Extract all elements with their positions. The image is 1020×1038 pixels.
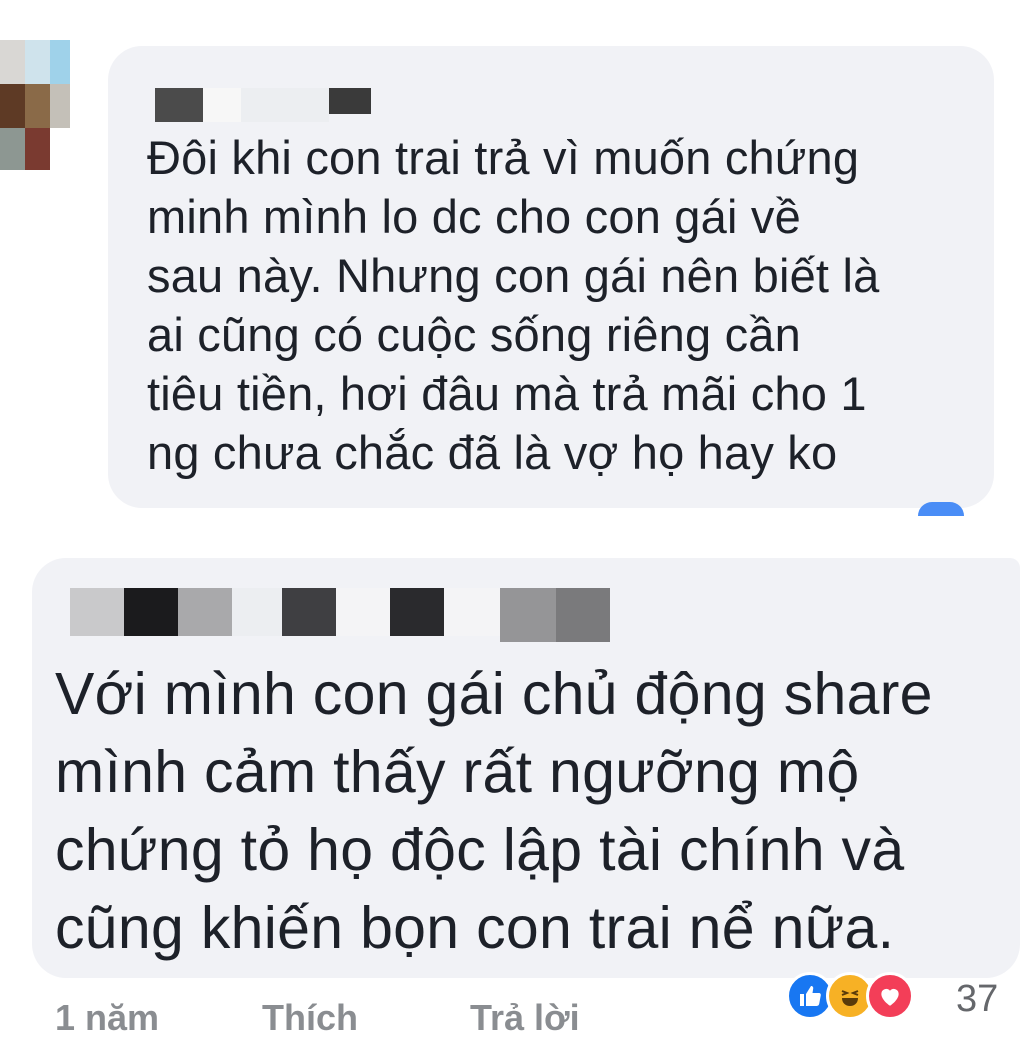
commenter-name-redacted[interactable]	[70, 588, 610, 642]
comment-text: Với mình con gái chủ động share mình cảm…	[55, 661, 933, 961]
comment-text: Đôi khi con trai trả vì muốn chứng minh …	[147, 131, 880, 479]
love-icon	[866, 972, 914, 1020]
reply-button[interactable]: Trả lời	[470, 1000, 580, 1036]
reaction-count: 37	[956, 978, 999, 1020]
reaction-indicator-icon	[918, 502, 964, 516]
like-button[interactable]: Thích	[262, 1000, 358, 1036]
commenter-avatar[interactable]	[0, 40, 70, 170]
commenter-name-redacted[interactable]	[155, 88, 371, 122]
comment-timestamp: 1 năm	[55, 997, 160, 1038]
